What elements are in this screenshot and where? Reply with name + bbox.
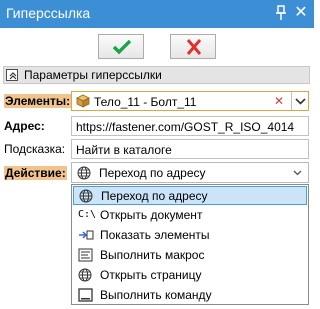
clear-icon[interactable]: ✕ xyxy=(274,95,284,107)
close-icon[interactable]: ✕ xyxy=(293,5,309,21)
address-field[interactable]: https://fastener.com/GOST_R_ISO_4014 xyxy=(71,116,309,136)
cross-icon xyxy=(186,39,202,55)
hint-label: Подсказка: xyxy=(4,142,66,156)
check-icon xyxy=(112,39,132,55)
window-title: Гиперссылка xyxy=(6,5,91,21)
globe-icon xyxy=(77,166,91,180)
cube-icon xyxy=(76,94,90,108)
dropdown-option-label: Открыть документ xyxy=(100,208,203,222)
dropdown-option-label: Открыть страницу xyxy=(100,268,202,282)
dropdown-option-label: Переход по адресу xyxy=(101,189,208,203)
dropdown-option[interactable]: Показать элементы xyxy=(73,226,307,245)
action-dropdown-list: Переход по адресу C:\ Открыть документ П… xyxy=(71,184,309,305)
action-value: Переход по адресу xyxy=(99,166,206,180)
hint-field[interactable]: Найти в каталоге xyxy=(71,139,309,159)
dropdown-option-label: Показать элементы xyxy=(100,228,210,242)
section-header[interactable]: Параметры гиперссылки xyxy=(3,66,310,84)
page-icon xyxy=(78,268,94,282)
dropdown-option-label: Выполнить команду xyxy=(100,288,212,302)
dropdown-option[interactable]: Выполнить команду xyxy=(73,286,307,305)
elements-label: Элементы: xyxy=(4,94,72,108)
dropdown-option-label: Выполнить макрос xyxy=(100,248,205,262)
address-value: https://fastener.com/GOST_R_ISO_4014 xyxy=(76,120,295,134)
chevron-down-icon xyxy=(293,170,302,176)
address-label: Адрес: xyxy=(4,119,45,133)
dropdown-option[interactable]: Открыть страницу xyxy=(73,266,307,285)
action-select[interactable]: Переход по адресу xyxy=(71,162,309,183)
chevron-down-icon xyxy=(295,98,306,105)
show-elements-icon xyxy=(78,228,94,242)
section-title: Параметры гиперссылки xyxy=(24,68,162,82)
collapse-icon[interactable] xyxy=(6,69,18,81)
dropdown-option[interactable]: C:\ Открыть документ xyxy=(73,206,307,225)
command-icon xyxy=(78,288,94,302)
dropdown-option[interactable]: Переход по адресу xyxy=(73,186,307,205)
globe-icon xyxy=(79,189,95,203)
dropdown-option[interactable]: Выполнить макрос xyxy=(73,246,307,265)
action-label: Действие: xyxy=(4,166,67,180)
elements-dropdown-button[interactable] xyxy=(291,92,308,110)
path-icon: C:\ xyxy=(78,209,97,220)
ok-button[interactable] xyxy=(98,34,144,59)
pin-icon[interactable] xyxy=(274,5,288,21)
title-bar: Гиперссылка ✕ xyxy=(0,0,314,28)
cancel-button[interactable] xyxy=(170,34,216,59)
elements-field[interactable]: Тело_11 - Болт_11 ✕ xyxy=(71,91,309,111)
macro-icon xyxy=(78,248,94,262)
elements-value: Тело_11 - Болт_11 xyxy=(94,95,197,109)
hint-value: Найти в каталоге xyxy=(76,143,172,157)
